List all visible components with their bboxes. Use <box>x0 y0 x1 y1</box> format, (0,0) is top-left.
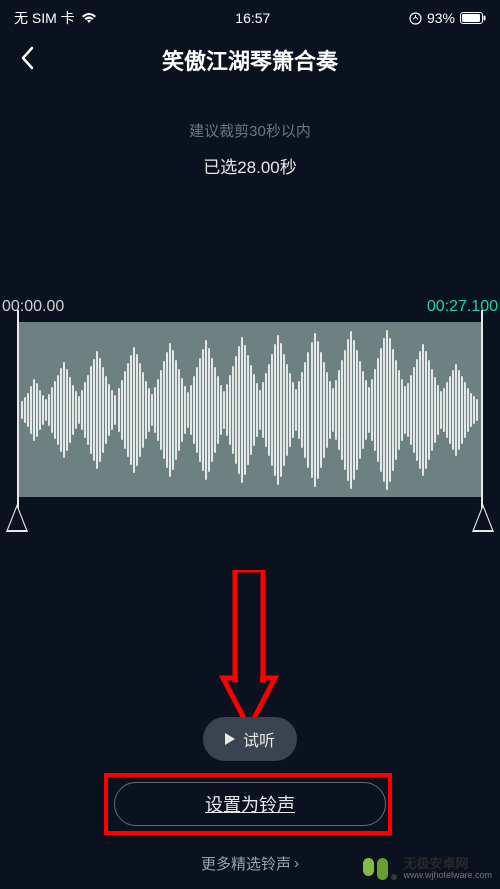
timestamps: 00:00.00 00:27.100 <box>0 298 500 316</box>
trim-handle-right[interactable] <box>472 504 494 532</box>
nav-bar: 笑傲江湖琴箫合奏 <box>0 32 500 92</box>
timestamp-start: 00:00.00 <box>2 298 64 316</box>
wifi-icon <box>81 12 97 24</box>
battery-percent: 93% <box>427 10 455 26</box>
waveform <box>18 322 482 497</box>
preview-label: 试听 <box>243 727 275 751</box>
more-ringtones-label: 更多精选铃声 <box>201 853 291 874</box>
back-button[interactable] <box>20 46 34 74</box>
more-ringtones-link[interactable]: 更多精选铃声 › <box>201 853 299 874</box>
waveform-editor[interactable] <box>0 322 500 497</box>
watermark-cn: 无极安卓网 <box>403 857 492 871</box>
set-ringtone-button[interactable]: 设置为铃声 <box>114 782 386 826</box>
trim-handle-right-line[interactable] <box>481 310 483 520</box>
page-title: 笑傲江湖琴箫合奏 <box>16 44 484 76</box>
play-icon <box>225 733 235 745</box>
status-left: 无 SIM 卡 <box>14 8 97 28</box>
trim-handle-left-line[interactable] <box>17 310 19 520</box>
rotation-lock-icon <box>409 12 422 25</box>
watermark-text: 无极安卓网 www.wjhotelware.com <box>403 857 492 881</box>
annotation-arrow <box>218 570 280 735</box>
selected-duration: 已选28.00秒 <box>0 153 500 178</box>
preview-button[interactable]: 试听 <box>203 717 297 761</box>
battery-icon <box>460 12 486 24</box>
trim-handle-left[interactable] <box>6 504 28 532</box>
watermark: 无极安卓网 www.wjhotelware.com <box>363 857 492 881</box>
trim-hint: 建议裁剪30秒以内 <box>0 120 500 141</box>
set-ringtone-label: 设置为铃声 <box>205 791 295 817</box>
status-bar: 无 SIM 卡 16:57 93% <box>0 0 500 32</box>
status-right: 93% <box>409 10 486 26</box>
watermark-logo <box>363 858 397 880</box>
status-time: 16:57 <box>235 10 270 26</box>
chevron-right-icon: › <box>294 855 299 872</box>
timestamp-end: 00:27.100 <box>427 298 498 316</box>
watermark-en: www.wjhotelware.com <box>403 871 492 881</box>
sim-status-label: 无 SIM 卡 <box>14 8 75 28</box>
